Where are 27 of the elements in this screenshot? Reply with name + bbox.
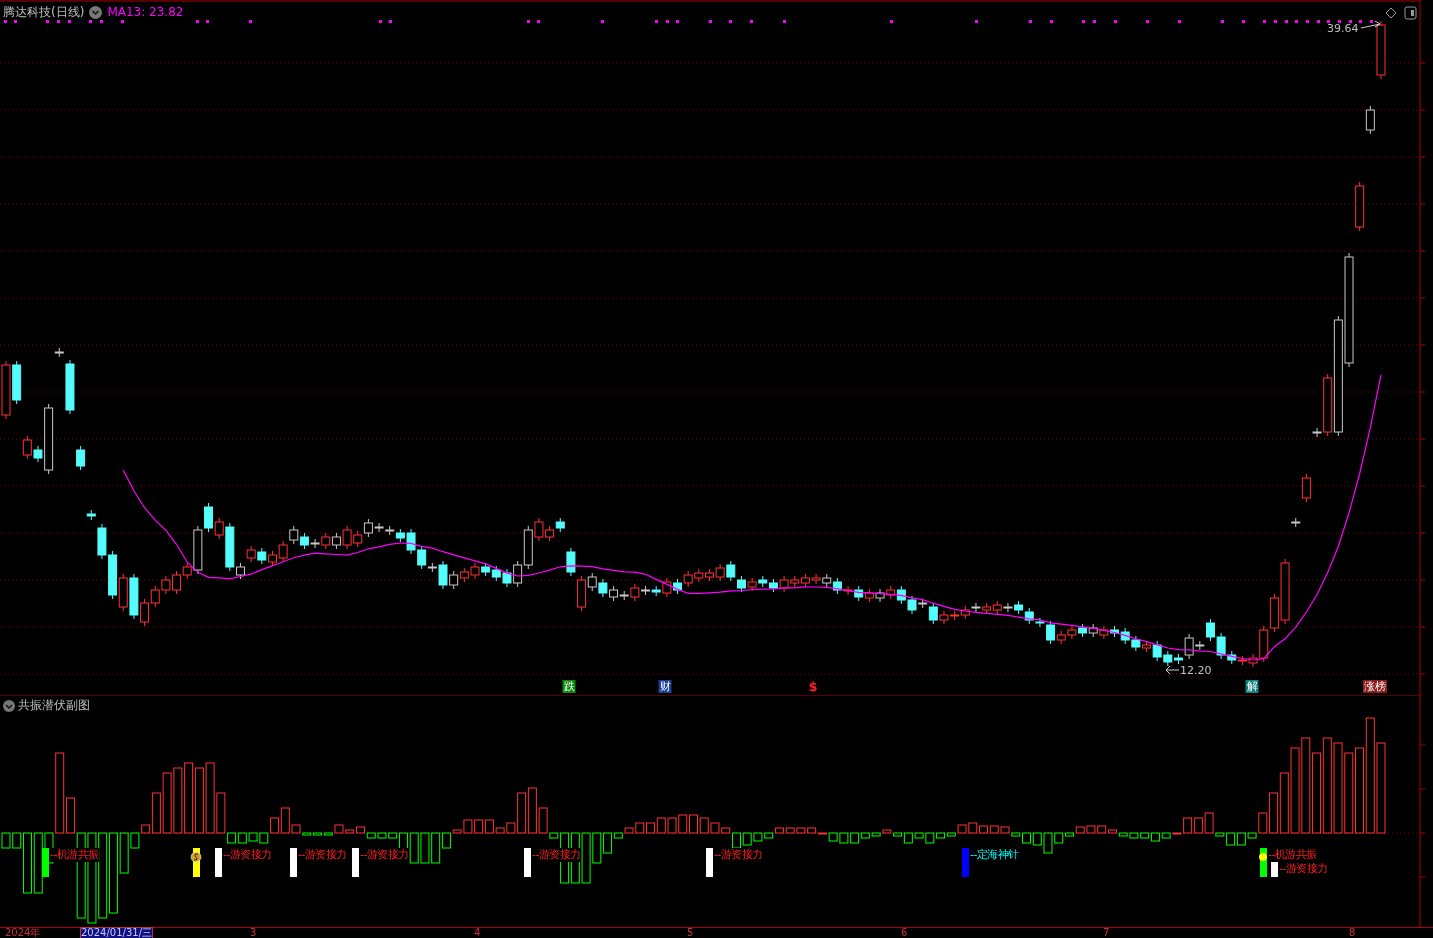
price-low-label: 12.20: [1180, 664, 1212, 677]
event-tag[interactable]: $: [807, 680, 819, 693]
signal-label: --游资接力: [223, 848, 272, 862]
signal-label: --游资接力: [714, 848, 763, 862]
date-label: 5: [687, 928, 694, 938]
date-label: 8: [1349, 928, 1356, 938]
price-high-label: 39.64: [1327, 22, 1359, 35]
event-tag[interactable]: 解: [1245, 680, 1259, 693]
signal-label: --游资接力: [1279, 862, 1328, 876]
signal-label: --游资接力: [532, 848, 581, 862]
date-label: 7: [1103, 928, 1110, 938]
stock-title: 腾达科技(日线): [3, 4, 85, 20]
date-label: 4: [474, 928, 481, 938]
subchart-title: 共振潜伏副图: [18, 697, 90, 714]
event-tag[interactable]: 涨榜: [1363, 680, 1387, 693]
ma-label: MA13: 23.82: [107, 4, 184, 20]
signal-label: --定海神针: [970, 848, 1019, 862]
date-label: 3: [250, 928, 257, 938]
event-tag[interactable]: 跌: [562, 680, 576, 693]
signal-label: --机游共振: [1268, 848, 1317, 862]
date-label: 2024/01/31/三: [81, 928, 152, 938]
signal-label: --游资接力: [360, 848, 409, 862]
signal-label: --机游共振: [50, 848, 99, 862]
date-label: 2024年: [5, 928, 41, 938]
event-tag[interactable]: 财: [658, 680, 672, 693]
signal-label: --游资接力: [298, 848, 347, 862]
date-label: 6: [901, 928, 908, 938]
